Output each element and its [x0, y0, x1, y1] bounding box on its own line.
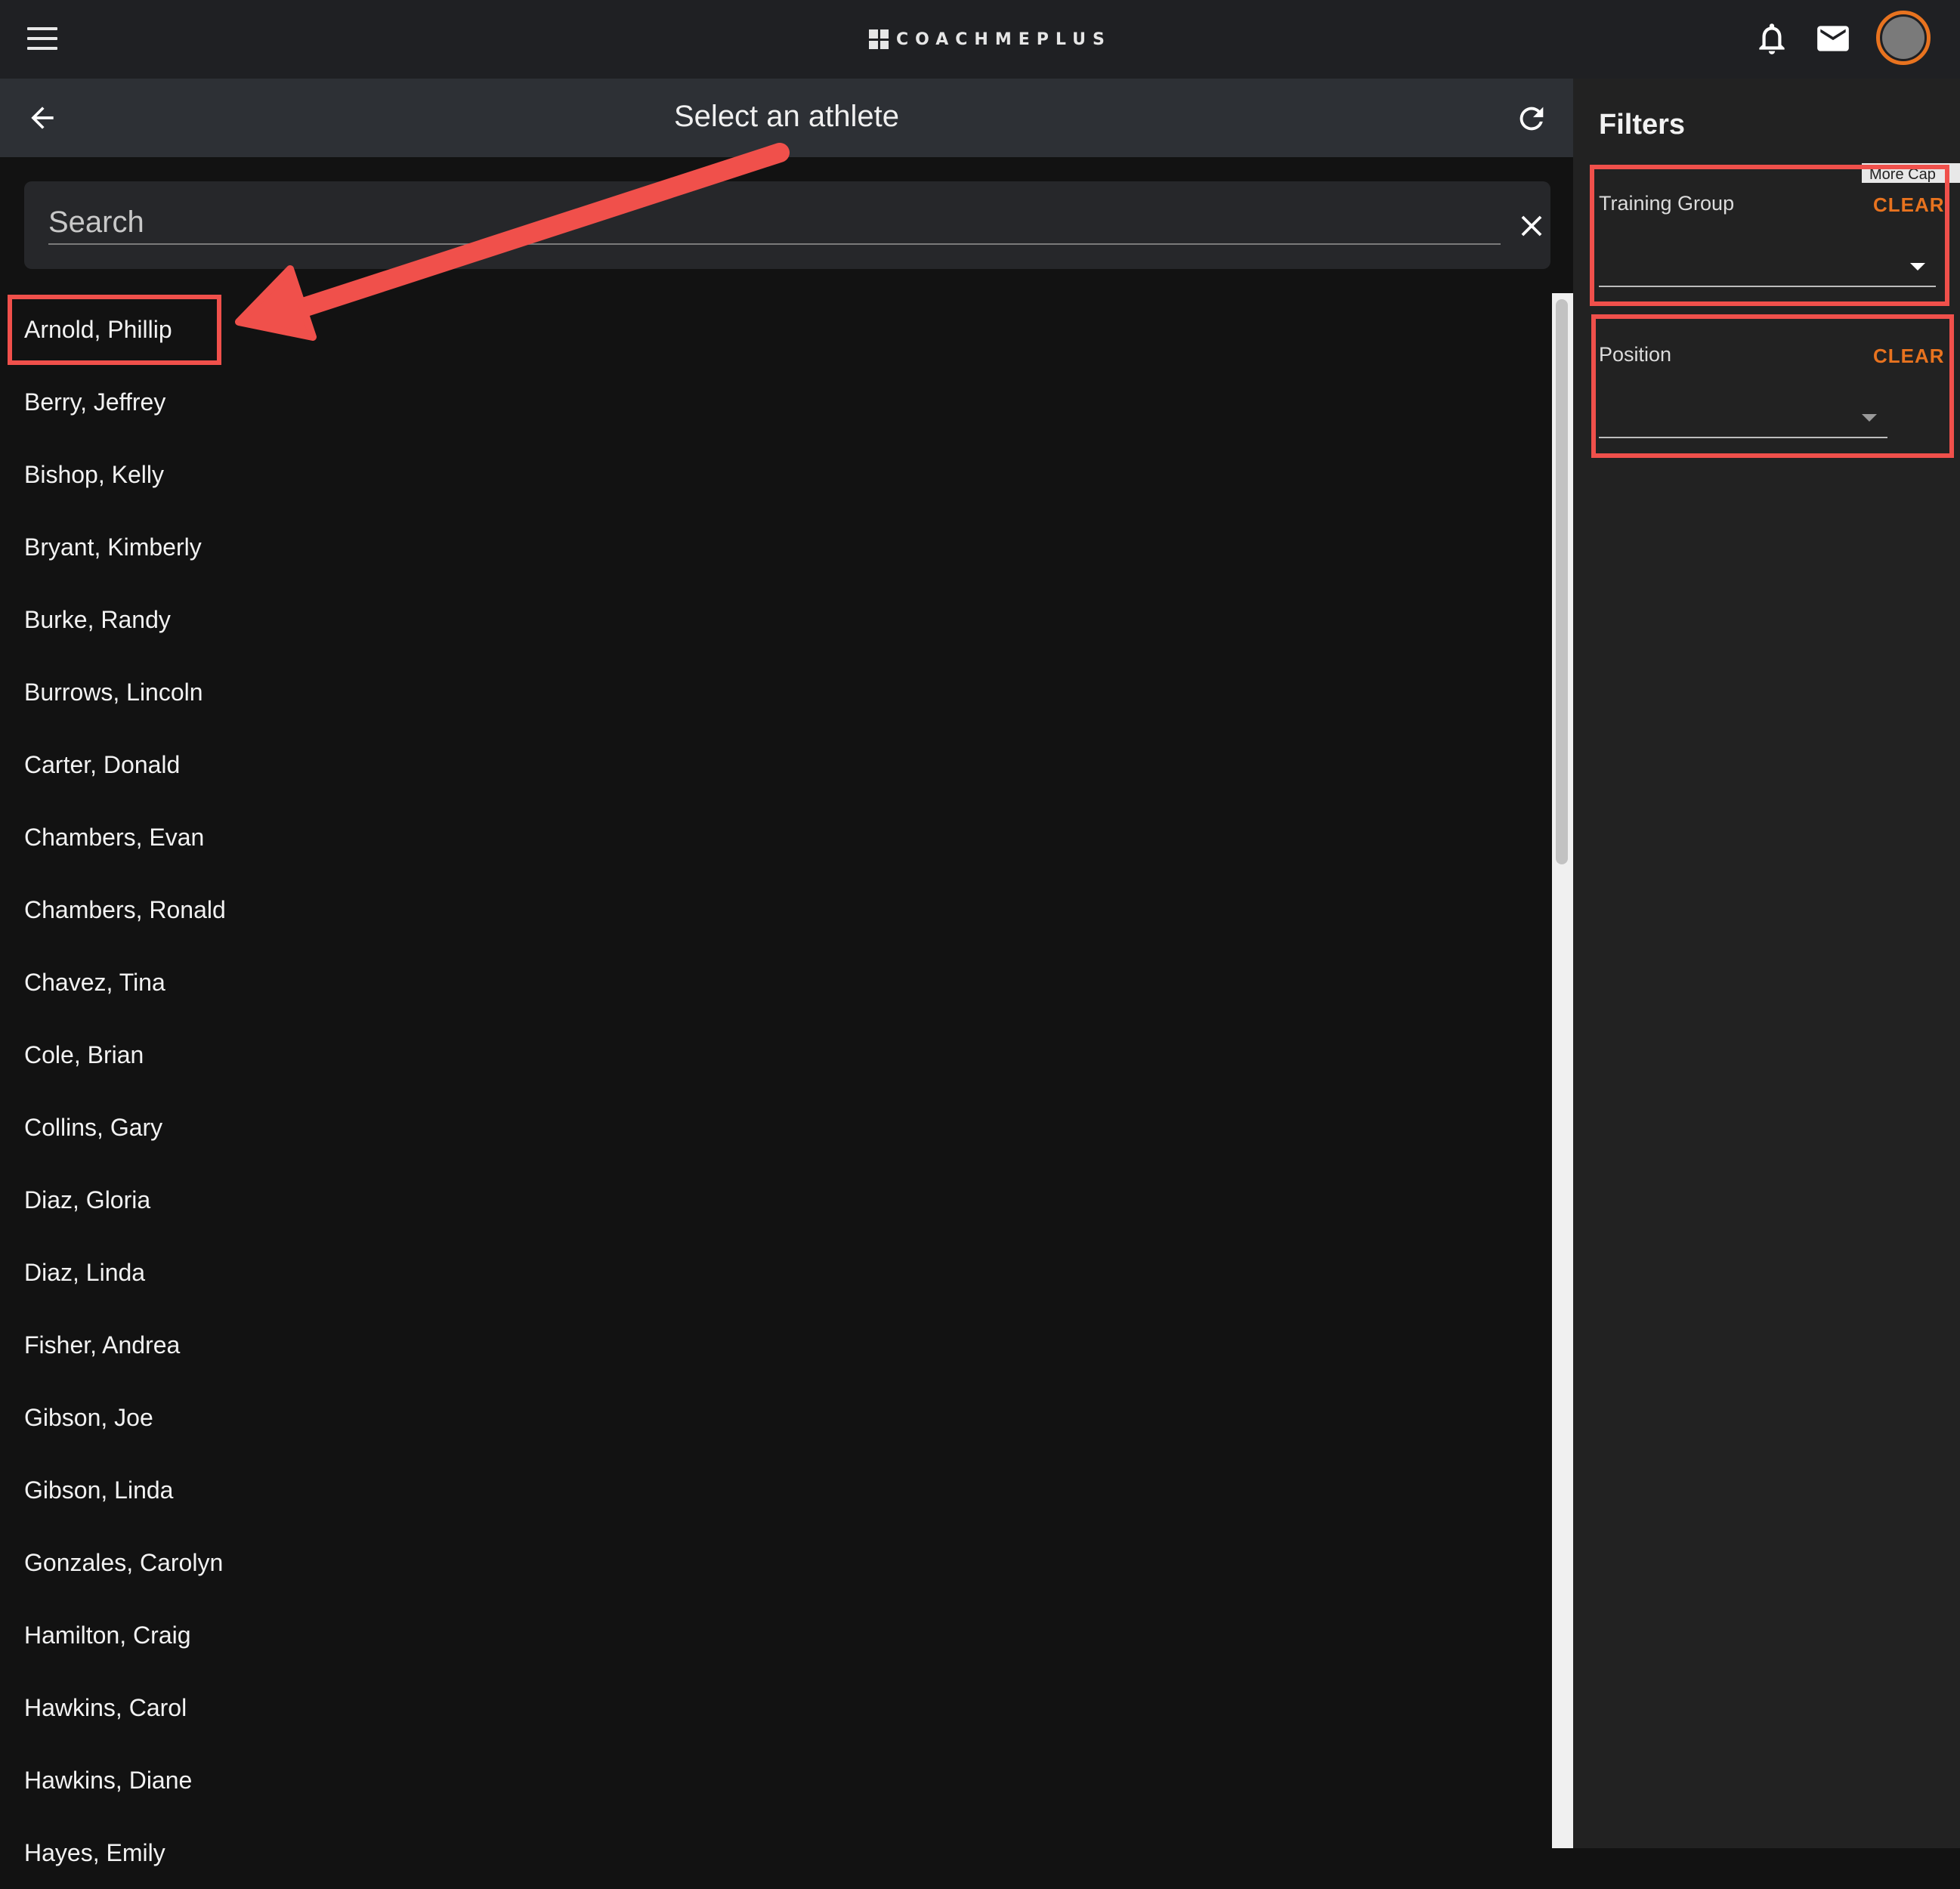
athlete-list-item[interactable]: Gibson, Linda: [0, 1454, 1552, 1526]
athlete-list-item[interactable]: Fisher, Andrea: [0, 1309, 1552, 1381]
logo-mark-icon: [869, 29, 889, 49]
athlete-list-item[interactable]: Bishop, Kelly: [0, 438, 1552, 511]
avatar-image: [1882, 17, 1924, 59]
athlete-list-item[interactable]: Hamilton, Craig: [0, 1599, 1552, 1671]
athlete-list-item[interactable]: Cole, Brian: [0, 1019, 1552, 1091]
athlete-list-item[interactable]: Diaz, Linda: [0, 1236, 1552, 1309]
page-title: Select an athlete: [674, 100, 899, 133]
position-select[interactable]: [1599, 437, 1887, 438]
app-top-bar: COACHMEPLUS: [0, 0, 1960, 79]
app-logo: COACHMEPLUS: [869, 27, 1111, 51]
athlete-list-item[interactable]: Collins, Gary: [0, 1091, 1552, 1164]
chevron-down-icon[interactable]: [1910, 263, 1925, 271]
position-clear-button[interactable]: CLEAR: [1873, 345, 1945, 368]
athlete-list-item[interactable]: Gonzales, Carolyn: [0, 1526, 1552, 1599]
athlete-list-item[interactable]: Carter, Donald: [0, 728, 1552, 801]
athlete-list-item[interactable]: Burke, Randy: [0, 583, 1552, 656]
tooltip: More Cap: [1862, 163, 1960, 183]
athlete-list-item[interactable]: Hayes, Emily: [0, 1816, 1552, 1889]
position-label: Position: [1599, 343, 1672, 366]
search-box: [24, 181, 1550, 269]
athlete-list-item[interactable]: Chavez, Tina: [0, 946, 1552, 1019]
menu-icon[interactable]: [27, 27, 57, 51]
close-icon[interactable]: [1514, 209, 1549, 243]
chevron-down-icon[interactable]: [1862, 414, 1877, 422]
scrollbar[interactable]: [1552, 293, 1573, 1848]
athlete-list-item[interactable]: Hawkins, Diane: [0, 1744, 1552, 1816]
training-group-select[interactable]: [1599, 286, 1936, 287]
mail-icon[interactable]: [1814, 20, 1852, 57]
scrollbar-thumb[interactable]: [1556, 299, 1568, 864]
filters-panel: Filters More Cap Training Group CLEAR Po…: [1573, 79, 1960, 1848]
filters-title: Filters: [1599, 109, 1686, 141]
refresh-icon[interactable]: [1514, 101, 1549, 136]
athlete-list-item[interactable]: Hawkins, Carol: [0, 1671, 1552, 1744]
athlete-list-item[interactable]: Gibson, Joe: [0, 1381, 1552, 1454]
user-avatar[interactable]: [1876, 11, 1931, 65]
training-group-label: Training Group: [1599, 192, 1735, 215]
page-header: Select an athlete: [0, 79, 1573, 157]
athlete-list-item[interactable]: Arnold, Phillip: [0, 293, 1552, 366]
athlete-list-item[interactable]: Berry, Jeffrey: [0, 366, 1552, 438]
logo-text: COACHMEPLUS: [896, 29, 1111, 49]
athlete-list-item[interactable]: Chambers, Evan: [0, 801, 1552, 873]
athlete-list-item[interactable]: Diaz, Gloria: [0, 1164, 1552, 1236]
athlete-list-item[interactable]: Burrows, Lincoln: [0, 656, 1552, 728]
athlete-list-item[interactable]: Chambers, Ronald: [0, 873, 1552, 946]
athlete-list-item[interactable]: Bryant, Kimberly: [0, 511, 1552, 583]
bell-icon[interactable]: [1753, 20, 1791, 57]
athlete-list: Arnold, Phillip Berry, Jeffrey Bishop, Kel…: [0, 293, 1552, 1889]
search-input[interactable]: [48, 201, 1501, 245]
training-group-clear-button[interactable]: CLEAR: [1873, 193, 1945, 217]
